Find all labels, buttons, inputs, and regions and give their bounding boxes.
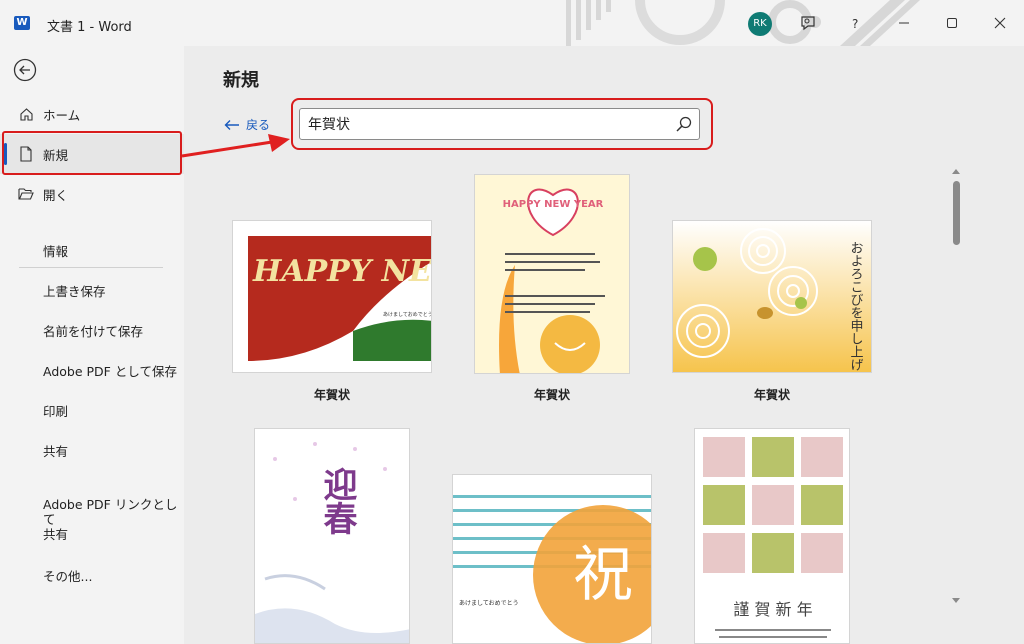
- template-preview-5: 祝 あけましておめでとう: [453, 475, 651, 643]
- maximize-button[interactable]: [934, 8, 970, 38]
- template-5-text: 祝: [573, 540, 633, 610]
- sidebar-item-print[interactable]: 印刷: [0, 390, 184, 430]
- title-bar: W 文書 1 - Word RK ?: [0, 0, 1024, 46]
- sidebar-item-label: 情報: [43, 243, 69, 259]
- sidebar-item-label-line1: Adobe PDF リンクとして: [43, 497, 178, 527]
- template-4-text: 迎春: [317, 467, 357, 535]
- sidebar-item-label: 共有: [43, 443, 69, 459]
- word-icon: W: [14, 16, 30, 30]
- sidebar-item-label: Adobe PDF として保存: [43, 363, 177, 379]
- sidebar-item-new[interactable]: 新規: [0, 134, 184, 174]
- back-label: 戻る: [246, 118, 271, 132]
- new-document-icon: [18, 146, 34, 162]
- template-search-box: [299, 108, 700, 140]
- template-thumbnail-3[interactable]: およろこびを申し上げます: [672, 220, 872, 373]
- maximize-icon: [947, 18, 957, 28]
- main-panel: 新規 戻る HAPPY NEW YEAR あけましておめでとう 年賀状 HAPP…: [184, 46, 1024, 644]
- sidebar-item-open[interactable]: 開く: [0, 174, 184, 214]
- scroll-up-icon[interactable]: [951, 167, 961, 175]
- close-icon: [994, 17, 1006, 29]
- template-thumbnail-6[interactable]: 謹 賀 新 年: [694, 428, 850, 644]
- sidebar-item-label: 名前を付けて保存: [43, 323, 144, 339]
- sidebar-item-save[interactable]: 上書き保存: [0, 270, 184, 310]
- feedback-icon: [801, 16, 815, 31]
- template-preview-6: 謹 賀 新 年: [695, 429, 849, 643]
- template-6-text: 謹 賀 新 年: [733, 600, 812, 619]
- sidebar-item-home[interactable]: ホーム: [0, 94, 184, 134]
- sidebar-item-label: 新規: [43, 147, 69, 163]
- sidebar-item-label-line2: 共有: [43, 527, 69, 542]
- svg-text:あけましておめでとう: あけましておめでとう: [383, 311, 432, 318]
- template-1-text: HAPPY NEW YEAR: [252, 254, 432, 289]
- template-2-text: HAPPY NEW YEAR: [503, 199, 604, 210]
- feedback-button[interactable]: [790, 8, 826, 38]
- home-icon: [18, 106, 34, 122]
- sidebar-item-info[interactable]: 情報: [0, 230, 184, 270]
- template-thumbnail-1[interactable]: HAPPY NEW YEAR あけましておめでとう: [232, 220, 432, 373]
- close-button[interactable]: [982, 8, 1018, 38]
- avatar[interactable]: RK: [748, 12, 772, 36]
- template-thumbnail-5[interactable]: 祝 あけましておめでとう: [452, 474, 652, 644]
- sidebar-item-share[interactable]: 共有: [0, 430, 184, 470]
- back-arrow-icon: [224, 119, 239, 130]
- page-title: 新規: [223, 70, 259, 91]
- sidebar-item-save-as[interactable]: 名前を付けて保存: [0, 310, 184, 350]
- folder-open-icon: [18, 186, 34, 202]
- sidebar-item-label: 印刷: [43, 403, 69, 419]
- sidebar-item-more[interactable]: その他...: [0, 555, 184, 595]
- template-3-text: およろこびを申し上げます: [848, 241, 864, 373]
- back-arrow-icon[interactable]: [13, 58, 37, 82]
- search-icon[interactable]: [675, 115, 693, 133]
- template-preview-2: HAPPY NEW YEAR: [475, 175, 629, 373]
- back-button[interactable]: 戻る: [224, 116, 270, 133]
- window-title: 文書 1 - Word: [47, 20, 132, 35]
- sidebar-item-label: 開く: [43, 187, 69, 203]
- svg-text:あけましておめでとう: あけましておめでとう: [459, 600, 519, 607]
- scroll-thumb[interactable]: [953, 181, 960, 245]
- backstage-sidebar: ホーム 新規 開く 情報 上書き保存 名前を付けて保存 Adobe PDF とし…: [0, 46, 184, 644]
- template-scrollbar[interactable]: [948, 165, 964, 609]
- template-preview-4: 迎春: [255, 429, 409, 643]
- svg-text:?: ?: [852, 17, 858, 30]
- template-thumbnail-2[interactable]: HAPPY NEW YEAR: [474, 174, 630, 374]
- template-label-3: 年賀状: [753, 388, 790, 402]
- template-preview-1: HAPPY NEW YEAR あけましておめでとう: [233, 221, 432, 372]
- scroll-down-icon[interactable]: [951, 597, 961, 605]
- template-thumbnail-4[interactable]: 迎春: [254, 428, 410, 644]
- sidebar-item-label: 上書き保存: [43, 283, 106, 299]
- search-input[interactable]: [308, 109, 668, 139]
- sidebar-item-save-as-adobe-pdf[interactable]: Adobe PDF として保存: [0, 350, 184, 390]
- help-button[interactable]: ?: [838, 8, 874, 38]
- minimize-button[interactable]: [886, 8, 922, 38]
- sidebar-item-label: その他...: [43, 568, 93, 584]
- sidebar-item-share-adobe-pdf-link[interactable]: Adobe PDF リンクとして 共有: [0, 491, 184, 542]
- template-preview-3: およろこびを申し上げます: [673, 221, 871, 373]
- template-label-2: 年賀状: [533, 388, 570, 402]
- template-label-1: 年賀状: [313, 388, 350, 402]
- help-icon: ?: [852, 17, 858, 30]
- minimize-icon: [899, 22, 909, 24]
- sidebar-item-label: ホーム: [43, 107, 81, 123]
